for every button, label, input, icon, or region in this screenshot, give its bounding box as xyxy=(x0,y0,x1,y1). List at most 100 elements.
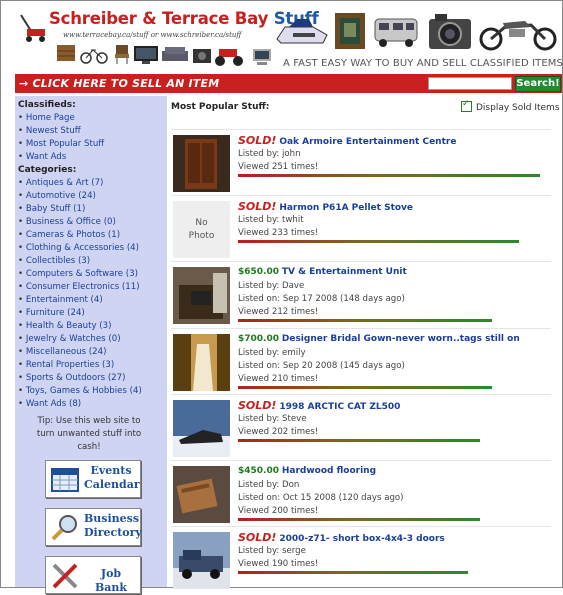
computer-icon xyxy=(253,49,271,65)
listing-title-link[interactable]: Oak Armoire Entertainment Centre xyxy=(279,137,456,147)
search-input[interactable] xyxy=(428,77,512,90)
bicycle-icon xyxy=(80,49,108,64)
category-label: Business & Office (0) xyxy=(25,217,116,227)
listing-thumbnail[interactable] xyxy=(173,334,230,391)
sidebar-link-label: Want Ads xyxy=(25,152,67,162)
sell-item-link[interactable]: → CLICK HERE TO SELL AN ITEM xyxy=(19,77,219,90)
listing-photo xyxy=(173,466,230,523)
listing-item[interactable]: SOLD! Oak Armoire Entertainment Centre Li… xyxy=(171,129,551,196)
category-link[interactable]: • Consumer Electronics (11) xyxy=(18,282,140,292)
listing-item[interactable]: No Photo SOLD! Harmon P61A Pellet Stove Lis… xyxy=(171,195,551,262)
jetski-icon xyxy=(276,19,328,44)
listing-item[interactable]: SOLD! 2000-z71- short box-4x4-3 doors Lis… xyxy=(171,526,551,593)
category-link[interactable]: • Furniture (24) xyxy=(18,308,85,318)
listing-title-line[interactable]: $450.00 Hardwood flooring xyxy=(238,466,376,476)
bullet: • xyxy=(18,321,26,331)
category-link[interactable]: • Cameras & Photos (1) xyxy=(18,230,120,240)
magnifier-icon xyxy=(51,515,77,541)
category-label: Entertainment (4) xyxy=(25,295,103,305)
sofa-icon xyxy=(162,47,188,61)
business-directory-line2: Directory xyxy=(84,526,142,539)
listing-title-link[interactable]: Hardwood flooring xyxy=(282,466,376,476)
category-link[interactable]: • Baby Stuff (1) xyxy=(18,204,85,214)
category-label: Clothing & Accessories (4) xyxy=(25,243,139,253)
listing-item[interactable]: $650.00 TV & Entertainment Unit Listed by… xyxy=(171,261,551,328)
category-label: Consumer Electronics (11) xyxy=(25,282,140,292)
listing-views: Viewed 200 times! xyxy=(238,506,319,516)
category-label: Automotive (24) xyxy=(25,191,96,201)
category-link[interactable]: • Computers & Software (3) xyxy=(18,269,138,279)
listing-title-link[interactable]: Designer Bridal Gown-never worn..tags st… xyxy=(282,334,520,344)
listing-title-line[interactable]: SOLD! 2000-z71- short box-4x4-3 doors xyxy=(238,531,445,544)
popularity-bar xyxy=(238,319,492,322)
search-button[interactable]: Search! xyxy=(515,76,561,92)
listing-title-line[interactable]: $650.00 TV & Entertainment Unit xyxy=(238,267,407,277)
sold-badge: SOLD! xyxy=(238,200,277,213)
listing-title-line[interactable]: SOLD! Harmon P61A Pellet Stove xyxy=(238,200,413,213)
category-link[interactable]: • Business & Office (0) xyxy=(18,217,116,227)
category-link[interactable]: • Toys, Games & Hobbies (4) xyxy=(18,386,142,396)
listing-thumbnail[interactable] xyxy=(173,466,230,523)
category-link[interactable]: • Collectibles (3) xyxy=(18,256,90,266)
bullet: • xyxy=(18,178,26,188)
display-sold-toggle[interactable]: Display Sold Items xyxy=(461,99,560,113)
job-bank-label: Job Bank xyxy=(94,567,128,594)
motorcycle-icon xyxy=(479,21,557,51)
listing-title-link[interactable]: 2000-z71- short box-4x4-3 doors xyxy=(279,534,444,544)
listing-title-link[interactable]: Harmon P61A Pellet Stove xyxy=(279,203,413,213)
speaker-icon xyxy=(193,49,211,63)
business-directory-button[interactable]: Business Directory xyxy=(45,508,142,546)
listing-item[interactable]: SOLD! 1998 ARCTIC CAT ZL500 Listed by: St… xyxy=(171,394,551,461)
category-link[interactable]: • Automotive (24) xyxy=(18,191,96,201)
bullet: • xyxy=(18,399,26,409)
chair-icon xyxy=(115,45,129,64)
no-photo-placeholder[interactable]: No Photo xyxy=(173,201,230,258)
site-tagline: A FAST EASY WAY TO BUY AND SELL CLASSIFI… xyxy=(283,58,563,69)
listing-item[interactable]: $700.00 Designer Bridal Gown-never worn.… xyxy=(171,328,551,395)
category-link[interactable]: • Entertainment (4) xyxy=(18,295,103,305)
listing-photo xyxy=(173,400,230,457)
listing-thumbnail[interactable] xyxy=(173,532,230,589)
atv-icon xyxy=(215,49,243,66)
category-link[interactable]: • Want Ads (8) xyxy=(18,399,81,409)
listing-price: $650.00 xyxy=(238,267,279,277)
bullet: • xyxy=(18,386,26,396)
lawnmower-icon xyxy=(20,14,45,42)
sidebar-link[interactable]: • Want Ads xyxy=(18,152,66,162)
listing-title-line[interactable]: SOLD! 1998 ARCTIC CAT ZL500 xyxy=(238,399,400,412)
tools-icon xyxy=(52,563,78,589)
listing-thumbnail[interactable] xyxy=(173,135,230,192)
listing-title-line[interactable]: $700.00 Designer Bridal Gown-never worn.… xyxy=(238,334,520,344)
sold-badge: SOLD! xyxy=(238,399,277,412)
popularity-bar xyxy=(238,571,468,574)
listing-thumbnail[interactable] xyxy=(173,400,230,457)
category-label: Computers & Software (3) xyxy=(25,269,138,279)
listing-price: $700.00 xyxy=(238,334,279,344)
display-sold-checkbox[interactable] xyxy=(461,99,472,112)
bullet: • xyxy=(18,230,26,240)
job-bank-button[interactable]: Job Bank xyxy=(45,556,141,594)
category-link[interactable]: • Health & Beauty (3) xyxy=(18,321,111,331)
bullet: • xyxy=(18,360,26,370)
category-link[interactable]: • Miscellaneous (24) xyxy=(18,347,106,357)
events-calendar-button[interactable]: Events Calendar xyxy=(45,460,141,498)
listing-views: Viewed 210 times! xyxy=(238,374,319,384)
category-link[interactable]: • Clothing & Accessories (4) xyxy=(18,243,139,253)
listing-title-link[interactable]: 1998 ARCTIC CAT ZL500 xyxy=(279,402,400,412)
category-link[interactable]: • Sports & Outdoors (27) xyxy=(18,373,125,383)
category-link[interactable]: • Antiques & Art (7) xyxy=(18,178,103,188)
listing-item[interactable]: $450.00 Hardwood flooring Listed by: Don L… xyxy=(171,460,551,527)
category-link[interactable]: • Jewelry & Watches (0) xyxy=(18,334,121,344)
listing-title-line[interactable]: SOLD! Oak Armoire Entertainment Centre xyxy=(238,134,456,147)
sidebar-link[interactable]: • Most Popular Stuff xyxy=(18,139,104,149)
category-label: Cameras & Photos (1) xyxy=(25,230,121,240)
listing-date: Listed on: Sep 17 2008 (148 days ago) xyxy=(238,294,405,304)
listing-title-link[interactable]: TV & Entertainment Unit xyxy=(282,267,407,277)
listing-thumbnail[interactable] xyxy=(173,267,230,324)
sidebar-link[interactable]: • Home Page xyxy=(18,113,75,123)
sidebar-link[interactable]: • Newest Stuff xyxy=(18,126,81,136)
popularity-bar xyxy=(238,518,480,521)
category-link[interactable]: • Rental Properties (3) xyxy=(18,360,114,370)
bullet: • xyxy=(18,152,26,162)
category-label: Health & Beauty (3) xyxy=(25,321,112,331)
